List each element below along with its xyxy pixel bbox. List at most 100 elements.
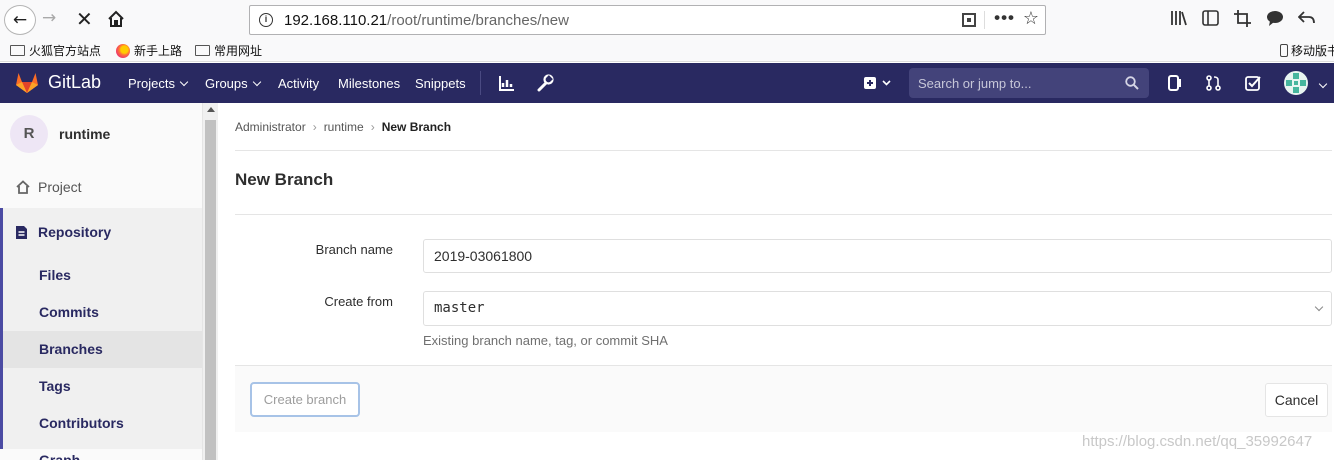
create-branch-button[interactable]: Create branch <box>250 382 360 417</box>
url-separator <box>984 11 985 29</box>
sidebar-item-label: Tags <box>39 378 71 394</box>
breadcrumb-current[interactable]: New Branch <box>382 120 451 134</box>
user-avatar[interactable] <box>1284 71 1308 95</box>
bookmark-label: 新手上路 <box>134 44 183 58</box>
sidebar-item-label: Commits <box>39 304 99 320</box>
bookmark-official-site[interactable]: 火狐官方站点 <box>10 42 101 59</box>
home-icon[interactable] <box>106 8 126 30</box>
divider <box>235 150 1332 151</box>
sidebar-item-label: Branches <box>39 341 103 357</box>
breadcrumb-administrator[interactable]: Administrator <box>235 120 306 134</box>
chevron-right-icon: › <box>312 120 317 134</box>
create-from-select[interactable]: master <box>423 291 1332 326</box>
sidebar-item-label: Contributors <box>39 415 124 431</box>
cancel-button[interactable]: Cancel <box>1265 383 1328 417</box>
library-icon[interactable] <box>1170 10 1188 30</box>
project-avatar: R <box>10 115 48 153</box>
breadcrumb: Administrator › runtime › New Branch <box>235 120 451 134</box>
bookmark-star-icon[interactable]: ☆ <box>1023 8 1039 29</box>
new-item-plus-icon[interactable] <box>862 74 896 92</box>
search-placeholder: Search or jump to... <box>918 76 1032 91</box>
bookmark-mobile[interactable]: 移动版书 <box>1280 42 1334 59</box>
sidebar-scrollbar[interactable] <box>203 103 218 460</box>
todos-icon[interactable] <box>1244 74 1262 92</box>
folder-icon <box>195 45 210 56</box>
divider <box>235 214 1332 215</box>
chevron-down-icon <box>252 77 261 87</box>
gitlab-header: GitLab Projects Groups Activity Mileston… <box>0 63 1334 103</box>
nav-label: Projects <box>128 76 175 91</box>
sidebar-item-contributors[interactable]: Contributors <box>3 405 202 442</box>
sidebar-project-header[interactable]: R runtime <box>0 103 202 163</box>
chevron-down-icon <box>1314 302 1324 312</box>
document-icon <box>15 225 29 239</box>
gitlab-logo-icon[interactable] <box>15 72 39 94</box>
sidebar-item-files[interactable]: Files <box>3 257 202 294</box>
gitlab-brand[interactable]: GitLab <box>48 72 101 93</box>
sidebar-item-graph[interactable]: Graph <box>3 442 202 460</box>
qr-code-icon[interactable] <box>962 13 976 27</box>
form-actions: Create branch Cancel <box>235 365 1332 432</box>
sidebar-toggle-icon[interactable] <box>1202 10 1219 30</box>
url-path: /root/runtime/branches/new <box>387 12 569 29</box>
page-title: New Branch <box>235 170 334 189</box>
nav-projects[interactable]: Projects <box>128 76 189 91</box>
scroll-up-arrow-icon[interactable] <box>207 107 215 112</box>
chevron-down-icon <box>179 77 189 87</box>
search-icon <box>1125 76 1139 95</box>
bookmark-label: 移动版书 <box>1291 44 1334 58</box>
bookmark-getting-started[interactable]: 新手上路 <box>116 42 182 59</box>
chat-bubble-icon[interactable] <box>1266 10 1284 30</box>
create-from-label: Create from <box>324 294 393 309</box>
admin-chart-icon[interactable] <box>498 74 516 92</box>
search-input[interactable]: Search or jump to... <box>909 68 1149 98</box>
forward-arrow-icon[interactable]: → <box>42 8 56 28</box>
bookmark-label: 常用网址 <box>214 44 263 58</box>
sidebar-item-label: Files <box>39 267 71 283</box>
nav-label: Groups <box>205 76 248 91</box>
sidebar-item-label: Graph <box>39 452 81 460</box>
nav-milestones[interactable]: Milestones <box>338 76 400 91</box>
bookmark-label: 火狐官方站点 <box>29 44 102 58</box>
nav-snippets[interactable]: Snippets <box>415 76 466 91</box>
url-text[interactable]: 192.168.110.21/root/runtime/branches/new <box>284 12 569 29</box>
nav-activity[interactable]: Activity <box>278 76 319 91</box>
breadcrumb-project[interactable]: runtime <box>324 120 364 134</box>
bookmark-common-sites[interactable]: 常用网址 <box>195 42 262 59</box>
sidebar-item-repository[interactable]: Repository Files Commits Branches Tags C… <box>0 208 202 460</box>
mobile-phone-icon <box>1280 44 1288 57</box>
sidebar-item-label: Repository <box>38 224 112 240</box>
chevron-down-icon[interactable] <box>1318 79 1328 89</box>
screenshot-crop-icon[interactable] <box>1234 10 1251 31</box>
create-from-value: master <box>434 300 485 316</box>
issues-icon[interactable] <box>1166 74 1184 92</box>
nav-groups[interactable]: Groups <box>205 76 261 91</box>
stop-icon[interactable]: ✕ <box>76 7 93 31</box>
project-sidebar: R runtime Project Repository Files Commi… <box>0 103 203 460</box>
page-actions-icon[interactable]: ••• <box>994 8 1015 28</box>
header-divider <box>480 71 481 95</box>
url-host: 192.168.110.21 <box>284 12 388 29</box>
sidebar-item-tags[interactable]: Tags <box>3 368 202 405</box>
sidebar-item-label: Project <box>38 179 82 195</box>
wrench-icon[interactable] <box>536 74 554 92</box>
sidebar-item-branches[interactable]: Branches <box>3 331 202 368</box>
sidebar-item-commits[interactable]: Commits <box>3 294 202 331</box>
scrollbar-thumb[interactable] <box>205 120 216 460</box>
project-name: runtime <box>59 126 111 142</box>
bookmarks-bar: 火狐官方站点 新手上路 常用网址 移动版书 <box>0 40 1334 62</box>
branch-name-input[interactable]: 2019-03061800 <box>423 239 1332 273</box>
back-arrow-icon[interactable]: ← <box>4 5 36 35</box>
watermark: https://blog.csdn.net/qq_35992647 <box>1082 433 1313 450</box>
info-icon[interactable]: i <box>259 13 273 27</box>
folder-icon <box>10 45 25 56</box>
merge-requests-icon[interactable] <box>1205 74 1223 92</box>
browser-toolbar: ← → ✕ i 192.168.110.21/root/runtime/bran… <box>0 0 1334 40</box>
firefox-icon <box>116 43 130 58</box>
branch-name-label: Branch name <box>315 242 393 257</box>
home-icon <box>16 180 30 194</box>
chevron-right-icon: › <box>370 120 375 134</box>
url-bar[interactable]: i 192.168.110.21/root/runtime/branches/n… <box>249 5 1046 35</box>
sidebar-item-project[interactable]: Project <box>0 178 202 202</box>
undo-arrow-icon[interactable] <box>1297 10 1315 29</box>
